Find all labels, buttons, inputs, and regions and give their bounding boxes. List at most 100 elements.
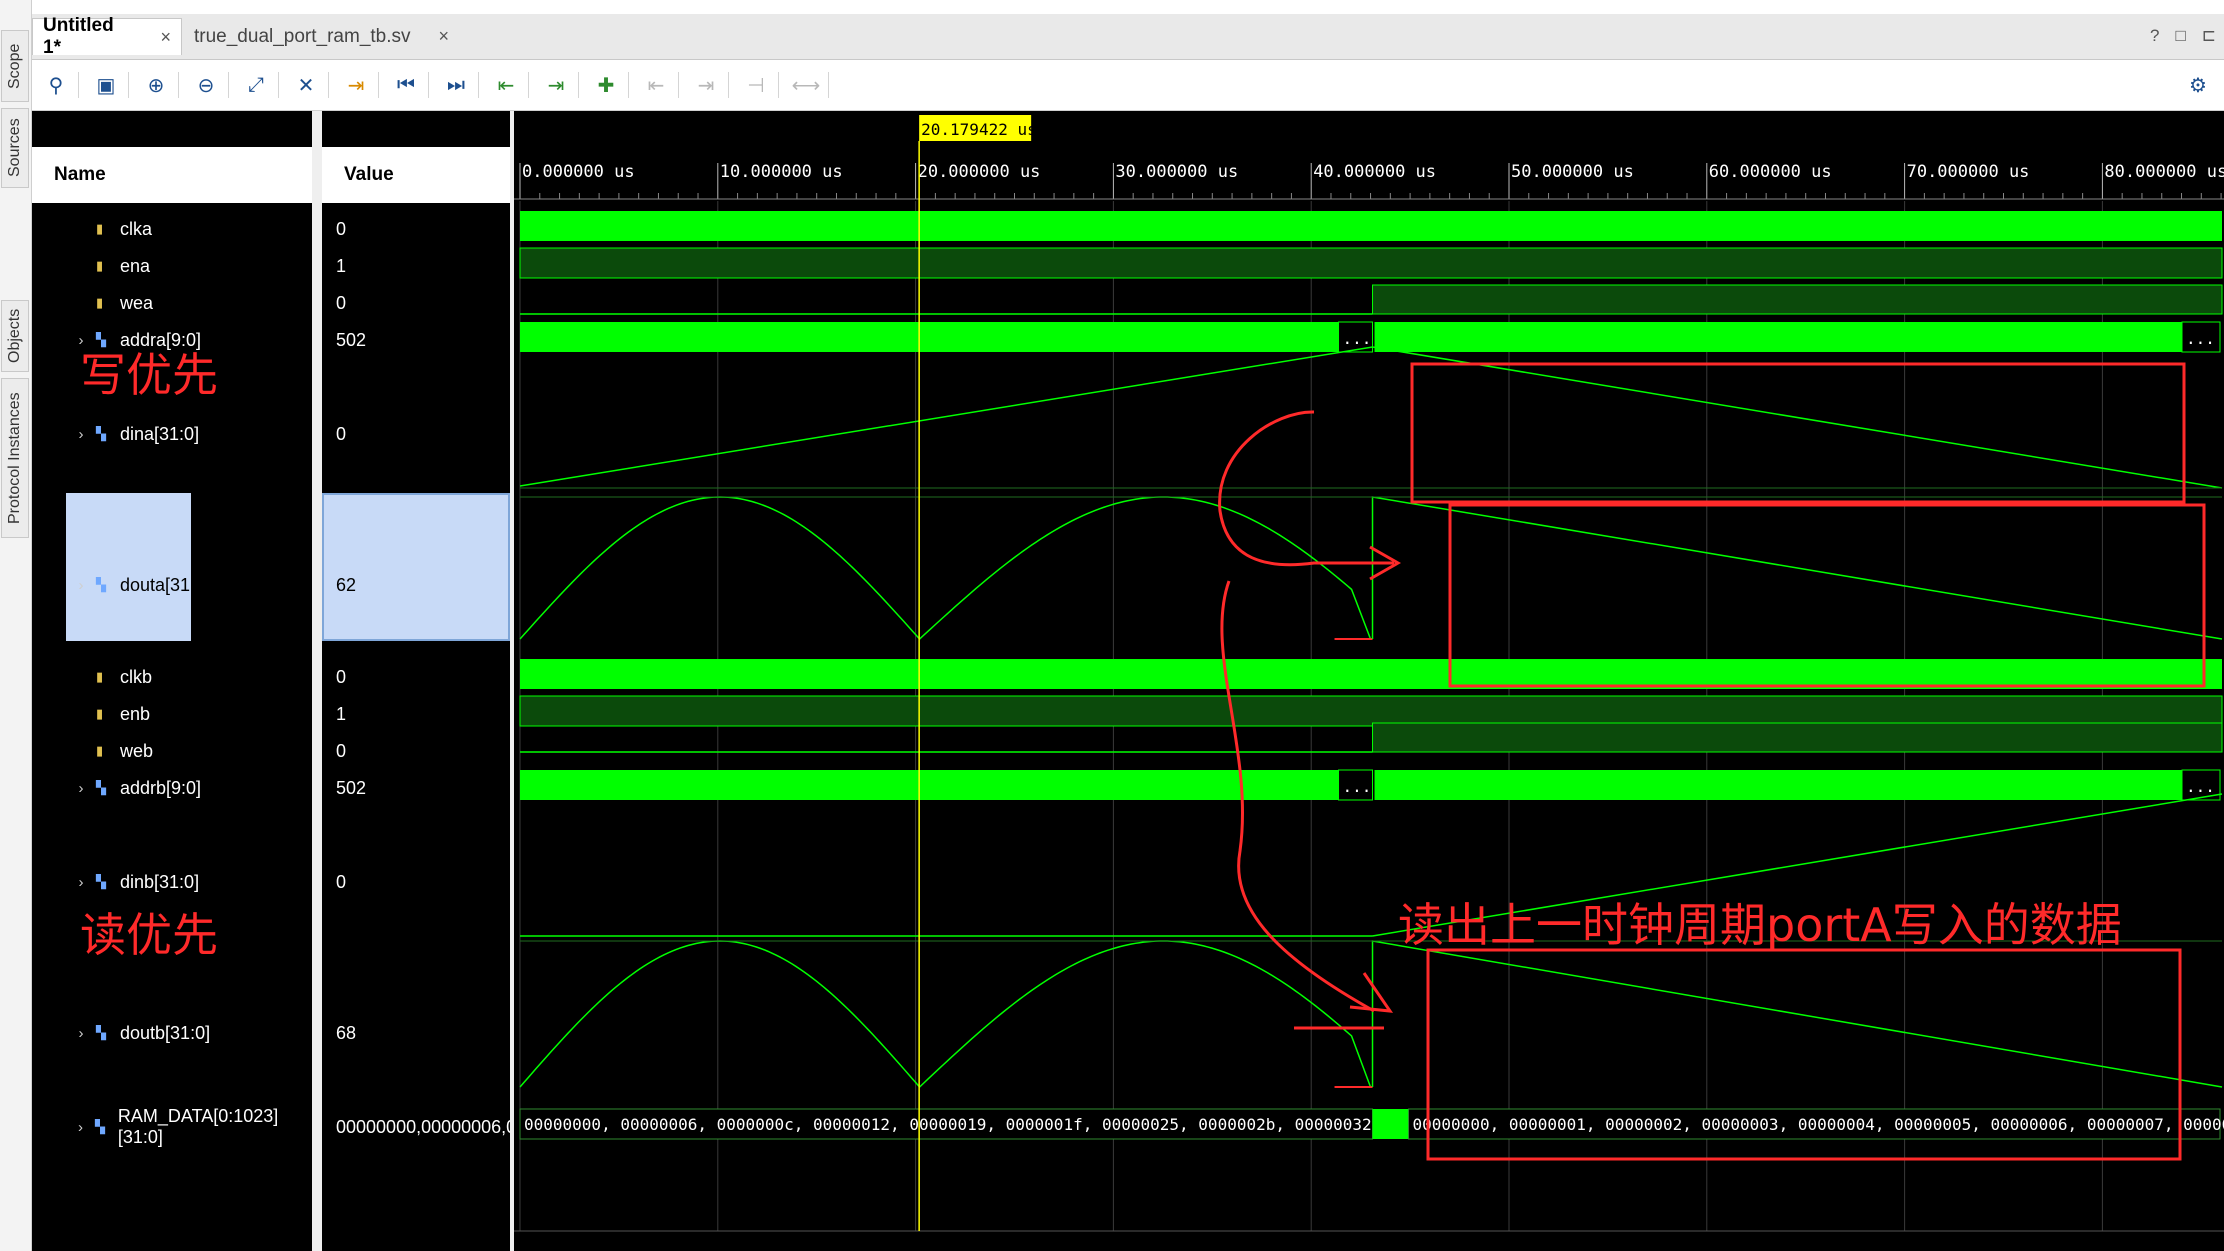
signal-value-column: Value 0 1 0 502 0 62 0 1 0 502 0 68 00000000,0000000… [322,111,510,1251]
signal-row-dinb-31-0-[interactable]: › ▚ dinb[31:0] [32,864,200,900]
toolbar-separator [78,72,79,98]
addrb-ellipsis: ... [1343,777,1372,796]
addrb-segment [1374,770,2182,800]
expand-chevron-icon[interactable]: › [72,1025,90,1042]
side-tab-protocol-instances[interactable]: Protocol Instances [1,378,29,538]
signal-name: doutb[31:0] [120,1022,211,1043]
signal-name: clkb [120,666,153,687]
toolbar-separator [628,72,629,98]
douta-analog-waveform [519,496,1372,641]
cursor-time-label: 20.179422 us [921,120,1037,139]
waveform-viewer: Name ›▮clka›▮ena›▮wea›▚addra[9:0]›▚dina[… [32,111,2224,1251]
signal-value: 0 [336,423,347,444]
maximize-icon[interactable]: ⊏ [2202,26,2216,46]
bus-signal-icon: ▚ [95,1119,105,1134]
signal-name: clka [120,218,153,239]
expand-chevron-icon[interactable]: › [72,577,90,594]
dina-analog-waveform [519,346,2223,489]
tab-true-dual-port-ram-tb[interactable]: true_dual_port_ram_tb.sv × [184,18,494,55]
bit-signal-icon: ▮ [96,743,104,758]
save-icon[interactable]: ▣ [90,70,122,100]
side-tab-scope[interactable]: Scope [1,30,29,102]
settings-icon[interactable]: ⚙ [2182,70,2214,100]
ruler-label: 20.000000 us [918,162,1041,182]
next-transition-icon[interactable]: ⇥ [540,70,572,100]
restore-icon[interactable]: □ [2175,26,2185,46]
value-column-header[interactable]: Value [322,147,510,203]
clka-waveform [520,211,2222,241]
signal-value: 1 [336,255,347,276]
signal-value: 502 [336,777,367,798]
signal-row-enb[interactable]: ›▮enb [32,696,150,732]
waveform-canvas[interactable]: 0.000000 us 10.000000 us 20.000000 us 30.00… [514,111,2224,1251]
bus-signal-icon: ▚ [96,874,106,889]
signal-value: 62 [336,574,357,595]
bit-signal-icon: ▮ [96,221,104,236]
ruler-label: 50.000000 us [1511,162,1634,182]
expand-chevron-icon[interactable]: › [72,780,90,797]
signal-name: ena [120,255,151,276]
signal-name: enb [120,703,151,724]
toolbar-separator [478,72,479,98]
signal-value: 0 [336,871,347,892]
signal-row-ram-data-0-1023-31-0-[interactable]: › ▚ RAM_DATA[0:1023][31:0] [32,1106,312,1147]
name-column-header[interactable]: Name [32,147,312,203]
swap-cursors-icon: ⊣ [747,74,765,97]
signal-value: 502 [336,329,367,350]
toolbar-separator [228,72,229,98]
read-note-annotation: 读出上一时钟周期portA写入的数据 [1398,898,2122,952]
toolbar-separator [178,72,179,98]
signal-row-addrb-9-0-[interactable]: › ▚ addrb[9:0] [32,770,202,806]
toolbar-separator [828,72,829,98]
signal-value: 0 [336,666,347,687]
signal-row-wea[interactable]: ›▮wea [32,285,153,321]
expand-chevron-icon[interactable]: › [72,426,90,443]
add-marker-icon[interactable]: ✚ [590,70,622,100]
close-icon[interactable]: × [160,27,171,48]
zoom-fit-icon[interactable]: ⤢ [240,70,272,100]
signal-row-clka[interactable]: ›▮clka [32,211,152,247]
help-icon[interactable]: ? [2150,26,2159,46]
ruler-label: 60.000000 us [1709,162,1832,182]
signal-row-douta-31-0-[interactable]: › ▚ douta[31:0] [32,567,211,603]
close-icon[interactable]: × [439,26,450,47]
bus-signal-icon: ▚ [96,1025,106,1040]
toolbar-separator [778,72,779,98]
side-tab-sources[interactable]: Sources [1,108,29,188]
addra-ellipsis: ... [2186,329,2215,348]
go-to-cursor-icon[interactable]: ⇥ [340,70,372,100]
signal-name: dina[31:0] [120,423,200,444]
signal-name: dinb[31:0] [120,871,200,892]
signal-row-clkb[interactable]: ›▮clkb [32,659,152,695]
signal-row-dina-31-0-[interactable]: › ▚ dina[31:0] [32,416,200,452]
doutb-analog-ramp [1371,940,2223,1088]
wea-waveform-high [1372,284,2223,315]
doutb-analog-waveform [519,940,1372,1089]
tab-untitled-1[interactable]: Untitled 1* × [32,15,182,58]
side-tab-objects[interactable]: Objects [1,300,29,372]
signal-row-ena[interactable]: ›▮ena [32,248,150,284]
ruler-label: 30.000000 us [1115,162,1238,182]
toolbar-separator [678,72,679,98]
expand-chevron-icon[interactable]: › [72,874,90,891]
go-to-end-icon[interactable]: ⏭ [440,70,472,100]
toolbar-separator [428,72,429,98]
ram-data-text: 00000000, 00000001, 00000002, 00000003, … [1413,1115,2224,1134]
zoom-out-icon[interactable]: ⊖ [190,70,222,100]
signal-name: addrb[9:0] [120,777,202,798]
ram-data-text: 00000000, 00000006, 0000000c, 00000012, … [524,1115,1468,1134]
signal-name-column: Name ›▮clka›▮ena›▮wea›▚addra[9:0]›▚dina[… [32,111,312,1251]
signal-value: 00000000,00000006,0 [336,1116,510,1137]
zoom-in-icon[interactable]: ⊕ [140,70,172,100]
search-icon[interactable]: ⚲ [40,70,72,100]
cursor-icon[interactable]: ✕ [290,70,322,100]
signal-row-doutb-31-0-[interactable]: › ▚ doutb[31:0] [32,1015,211,1051]
bit-signal-icon: ▮ [96,706,104,721]
signal-name: RAM_DATA[0:1023][31:0] [117,1106,279,1147]
signal-row-web[interactable]: ›▮web [32,733,153,769]
web-waveform-high [1372,722,2223,753]
expand-chevron-icon[interactable]: › [72,1119,89,1136]
column-splitter[interactable] [312,111,322,1251]
go-to-start-icon[interactable]: ⏮ [390,70,422,100]
previous-transition-icon[interactable]: ⇤ [490,70,522,100]
